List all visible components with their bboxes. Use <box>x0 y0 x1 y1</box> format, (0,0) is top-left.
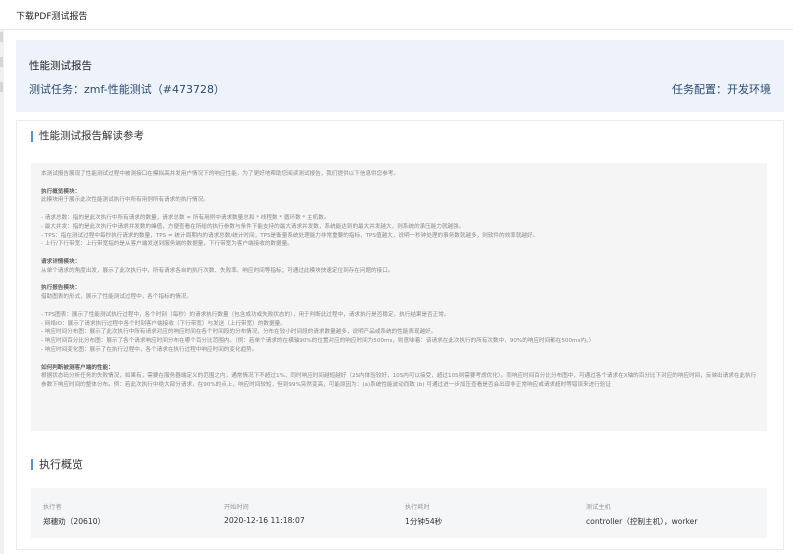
overview-field-duration: 执行耗时 1分钟54秒 <box>405 502 442 527</box>
guide-desc: 从单个请求的角度出发，展示了此次执行中，所有请求各自的执行次数、失败率、响应时间… <box>41 267 394 274</box>
field-label: 开始时间 <box>224 504 249 511</box>
guide-item: - 上行/下行带宽：上行带宽指的是从客户端发送到服务端的数据量，下行带宽为客户端… <box>41 241 293 248</box>
edge-mark <box>0 57 3 67</box>
guide-desc: 借助图表的形式，展示了性能测试过程中，各个指标的情况。 <box>41 294 193 301</box>
field-label: 测试主机 <box>586 504 611 511</box>
left-edge-strip <box>0 30 4 554</box>
guide-item: - 网络IO：展示了请求执行过程中各个时刻客户端接收（下行带宽）与发送（上行带宽… <box>41 320 286 327</box>
overview-field-start-time: 开始时间 2020-12-16 11:18:07 <box>224 502 305 525</box>
report-body: 性能测试报告解读参考 本测试报告展现了性能测试过程中被测接口在模拟高并发用户情况… <box>16 120 784 550</box>
guide-item: - 最大并发：指的是此次执行中请求并发数的峰值，方便查看在所给的执行参数与条件下… <box>41 223 465 230</box>
guide-desc: 根据状态码分析任务的失败情况，如果有，需要在服务器端定义的范围之内，通常情况下不… <box>41 373 757 389</box>
edge-mark <box>0 32 3 42</box>
guide-content: 本测试报告展现了性能测试过程中被测接口在模拟高并发用户情况下的响应性能，为了更好… <box>31 163 767 431</box>
field-value: controller（控制主机），worker <box>586 517 698 526</box>
edge-mark <box>0 82 3 92</box>
test-task: 测试任务：zmf-性能测试（#473728） <box>29 83 225 96</box>
window-title: 下载PDF测试报告 <box>16 12 88 22</box>
field-value: 2020-12-16 11:18:07 <box>224 516 305 525</box>
guide-heading: 如何判断被测客户端的性能： <box>41 364 114 371</box>
window-titlebar: 下载PDF测试报告 <box>0 0 793 30</box>
guide-item: - 响应时间百分比分布图：展示了各个请求响应时间分布在哪个百分比范围内。（例：若… <box>41 338 595 345</box>
guide-item: - 响应时间变化图：展示了在执行过程中，各个请求在执行过程中响应时间的变化趋势。 <box>41 346 258 353</box>
report-page[interactable]: 性能测试报告 测试任务：zmf-性能测试（#473728） 任务配置：开发环境 … <box>16 40 784 550</box>
overview-section-title: 执行概览 <box>31 459 83 470</box>
guide-heading: 执行报告模块： <box>41 285 81 292</box>
guide-item: - 响应时间分布图：展示了此次执行中所有请求对应的响应时间在各个时间段的分布情况… <box>41 329 437 336</box>
field-label: 执行者 <box>43 504 62 511</box>
field-value: 郑穗劝（20610） <box>43 517 106 526</box>
guide-heading: 执行概览模块： <box>41 188 81 195</box>
guide-item: - TPS：指在测试过程中每秒执行请求的数量，TPS = 统计周期内的请求总数/… <box>41 232 539 239</box>
overview-field-executor: 执行者 郑穗劝（20610） <box>43 502 105 527</box>
task-config: 任务配置：开发环境 <box>672 83 771 96</box>
guide-item: - TPS图表：展示了性能测试执行过程中，各个时刻（每秒）的请求执行数量（包含成… <box>41 311 450 318</box>
guide-section-title: 性能测试报告解读参考 <box>31 131 144 142</box>
report-title: 性能测试报告 <box>29 60 92 72</box>
overview-summary: 执行者 郑穗劝（20610） 开始时间 2020-12-16 11:18:07 … <box>31 488 767 538</box>
report-header: 性能测试报告 测试任务：zmf-性能测试（#473728） 任务配置：开发环境 <box>16 40 784 112</box>
guide-intro: 本测试报告展现了性能测试过程中被测接口在模拟高并发用户情况下的响应性能，为了更好… <box>41 171 400 177</box>
guide-heading: 请求详情模块： <box>41 258 81 265</box>
field-value: 1分钟54秒 <box>405 517 443 526</box>
guide-item: - 请求总数：指的是此次执行中所有请求的数量，请求总数 = 所有用例中请求数量总… <box>41 214 330 221</box>
overview-field-host: 测试主机 controller（控制主机），worker <box>586 502 697 527</box>
guide-desc: 此模块用于展示此次性能测试执行中所有用例所有请求的执行情况。 <box>41 197 209 204</box>
field-label: 执行耗时 <box>405 504 430 511</box>
